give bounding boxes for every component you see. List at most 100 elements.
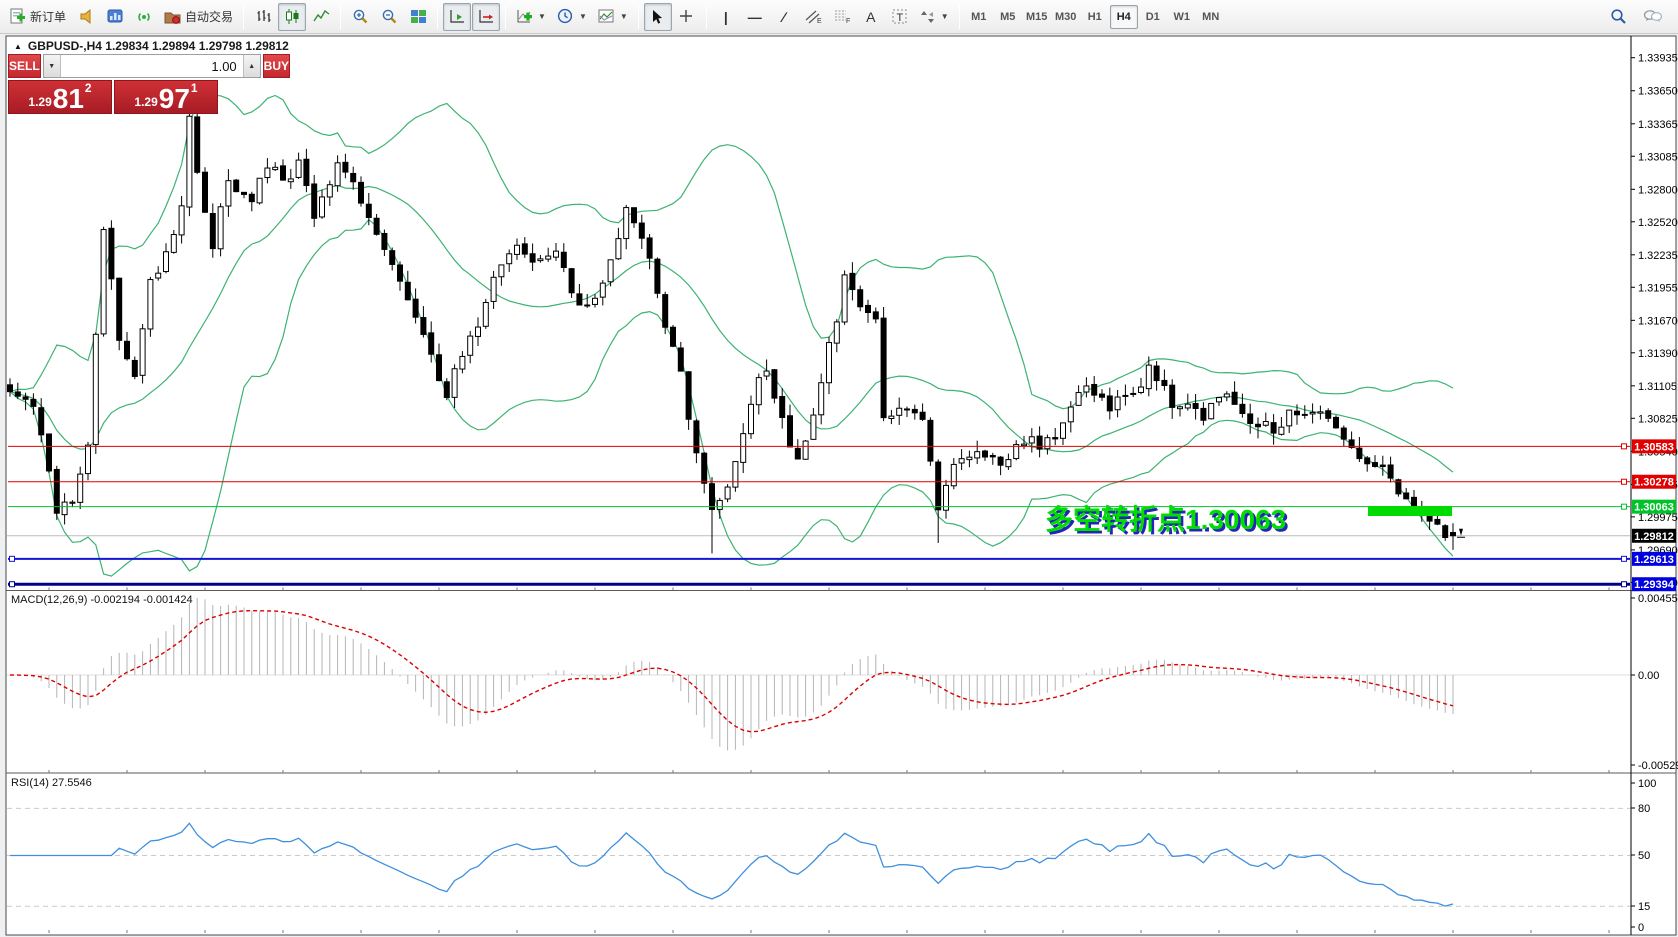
tf-m15[interactable]: M15 [1023, 5, 1051, 29]
auto-trading-button[interactable]: 自动交易 [159, 3, 238, 31]
svg-text:1.33365: 1.33365 [1638, 119, 1678, 131]
svg-text:1.29975: 1.29975 [1638, 512, 1678, 524]
buy-price-sup: 1 [191, 82, 198, 94]
bar-chart-icon [255, 8, 272, 25]
crosshair-button[interactable] [673, 3, 701, 31]
line-handle[interactable] [1622, 444, 1627, 449]
separator [340, 5, 341, 29]
svg-text:1.32800: 1.32800 [1638, 184, 1678, 196]
crosshair-icon [678, 8, 695, 25]
highlight-bar[interactable] [1368, 506, 1452, 516]
sell-price-sup: 2 [85, 82, 92, 94]
separator [638, 5, 639, 29]
svg-text:1.31670: 1.31670 [1638, 315, 1678, 327]
zoom-out-icon [381, 8, 398, 25]
line-handle[interactable] [1622, 556, 1627, 561]
chart-canvas[interactable]: 多空转折点1.30063多空转折点1.300631.339351.336501.… [0, 0, 1678, 937]
candlestick-chart-button[interactable] [278, 3, 306, 31]
tf-h1[interactable]: H1 [1081, 5, 1109, 29]
line-handle[interactable] [1622, 582, 1627, 587]
separator [959, 5, 960, 29]
svg-text:1.30278: 1.30278 [1634, 477, 1674, 489]
tf-m1[interactable]: M1 [965, 5, 993, 29]
svg-text:1.29812: 1.29812 [1634, 531, 1674, 543]
annotation-text[interactable]: 多空转折点1.30063 [1045, 503, 1286, 535]
svg-text:0.00: 0.00 [1638, 670, 1659, 682]
signals-button[interactable] [130, 3, 158, 31]
zoom-out-button[interactable] [375, 3, 403, 31]
new-order-button[interactable]: 新订单 [4, 3, 71, 31]
line-chart-button[interactable] [307, 3, 335, 31]
tf-d1[interactable]: D1 [1139, 5, 1167, 29]
one-click-trading-panel: SELL ▼ ▲ BUY 1.29 81 2 1.29 97 1 [8, 54, 218, 114]
auto-scroll-button[interactable] [443, 3, 471, 31]
svg-text:1.31955: 1.31955 [1638, 282, 1678, 294]
line-handle[interactable] [1622, 479, 1627, 484]
line-handle[interactable] [1622, 504, 1627, 509]
tf-mn[interactable]: MN [1197, 5, 1225, 29]
toolbar: 新订单 自动交易 [0, 0, 1678, 34]
zoom-in-button[interactable] [346, 3, 374, 31]
new-order-label: 新订单 [30, 8, 66, 25]
sell-price-prefix: 1.29 [28, 96, 51, 108]
tile-windows-button[interactable] [404, 3, 432, 31]
buy-button[interactable]: BUY [263, 54, 290, 78]
search-icon [1609, 8, 1627, 26]
buy-price-box[interactable]: 1.29 97 1 [114, 80, 218, 114]
signals-icon [136, 8, 153, 25]
chart-shift-button[interactable] [472, 3, 500, 31]
tf-w1[interactable]: W1 [1168, 5, 1196, 29]
sound-button[interactable] [72, 3, 100, 31]
arrows-icon [920, 9, 936, 25]
rsi-label: RSI(14) 27.5546 [11, 777, 92, 789]
sell-button[interactable]: SELL [8, 54, 41, 78]
bar-chart-button[interactable] [249, 3, 277, 31]
equidistant-channel-button[interactable]: E [799, 3, 827, 31]
chat-icon [1643, 8, 1663, 25]
svg-text:1.29613: 1.29613 [1634, 554, 1674, 566]
tf-h4[interactable]: H4 [1110, 5, 1138, 29]
templates-icon [598, 8, 615, 25]
sell-price-box[interactable]: 1.29 81 2 [8, 80, 112, 114]
trendline-button[interactable]: ∕ [770, 3, 798, 31]
svg-text:1.31105: 1.31105 [1638, 381, 1677, 393]
market-watch-button[interactable] [101, 3, 129, 31]
text-button[interactable]: A [857, 3, 885, 31]
chart-shift-icon [478, 8, 495, 25]
svg-text:1.29394: 1.29394 [1634, 579, 1675, 591]
tf-m5[interactable]: M5 [994, 5, 1022, 29]
zoom-in-icon [352, 8, 369, 25]
arrows-button[interactable]: ▼ [915, 3, 954, 31]
svg-text:0: 0 [1638, 922, 1644, 934]
fibonacci-button[interactable]: F [828, 3, 856, 31]
line-handle[interactable] [10, 582, 15, 587]
svg-text:1.30825: 1.30825 [1638, 413, 1678, 425]
chat-button[interactable] [1638, 3, 1668, 31]
svg-text:E: E [817, 18, 822, 25]
cursor-icon [650, 9, 665, 25]
auto-scroll-icon [449, 8, 466, 25]
collapse-icon[interactable]: ▲ [14, 42, 22, 51]
horizontal-line-button[interactable]: — [741, 3, 769, 31]
vertical-line-button[interactable]: | [712, 3, 740, 31]
auto-trading-label: 自动交易 [185, 8, 233, 25]
tile-windows-icon [410, 8, 427, 25]
svg-text:15: 15 [1638, 901, 1650, 913]
add-indicator-button[interactable]: ▼ [511, 3, 551, 31]
search-button[interactable] [1604, 3, 1632, 31]
volume-input[interactable] [61, 55, 243, 77]
svg-text:1.33650: 1.33650 [1638, 86, 1678, 98]
sound-icon [78, 8, 95, 25]
svg-text:1.30063: 1.30063 [1634, 502, 1674, 514]
periods-button[interactable]: ▼ [552, 3, 592, 31]
cursor-button[interactable] [644, 3, 672, 31]
macd-label: MACD(12,26,9) -0.002194 -0.001424 [11, 594, 193, 606]
line-handle[interactable] [10, 556, 15, 561]
tf-m30[interactable]: M30 [1052, 5, 1080, 29]
buy-price-big: 97 [159, 87, 190, 111]
volume-decrease-button[interactable]: ▼ [44, 55, 61, 77]
separator [437, 5, 438, 29]
text-label-button[interactable]: T [886, 3, 914, 31]
volume-increase-button[interactable]: ▲ [243, 55, 260, 77]
templates-button[interactable]: ▼ [593, 3, 633, 31]
